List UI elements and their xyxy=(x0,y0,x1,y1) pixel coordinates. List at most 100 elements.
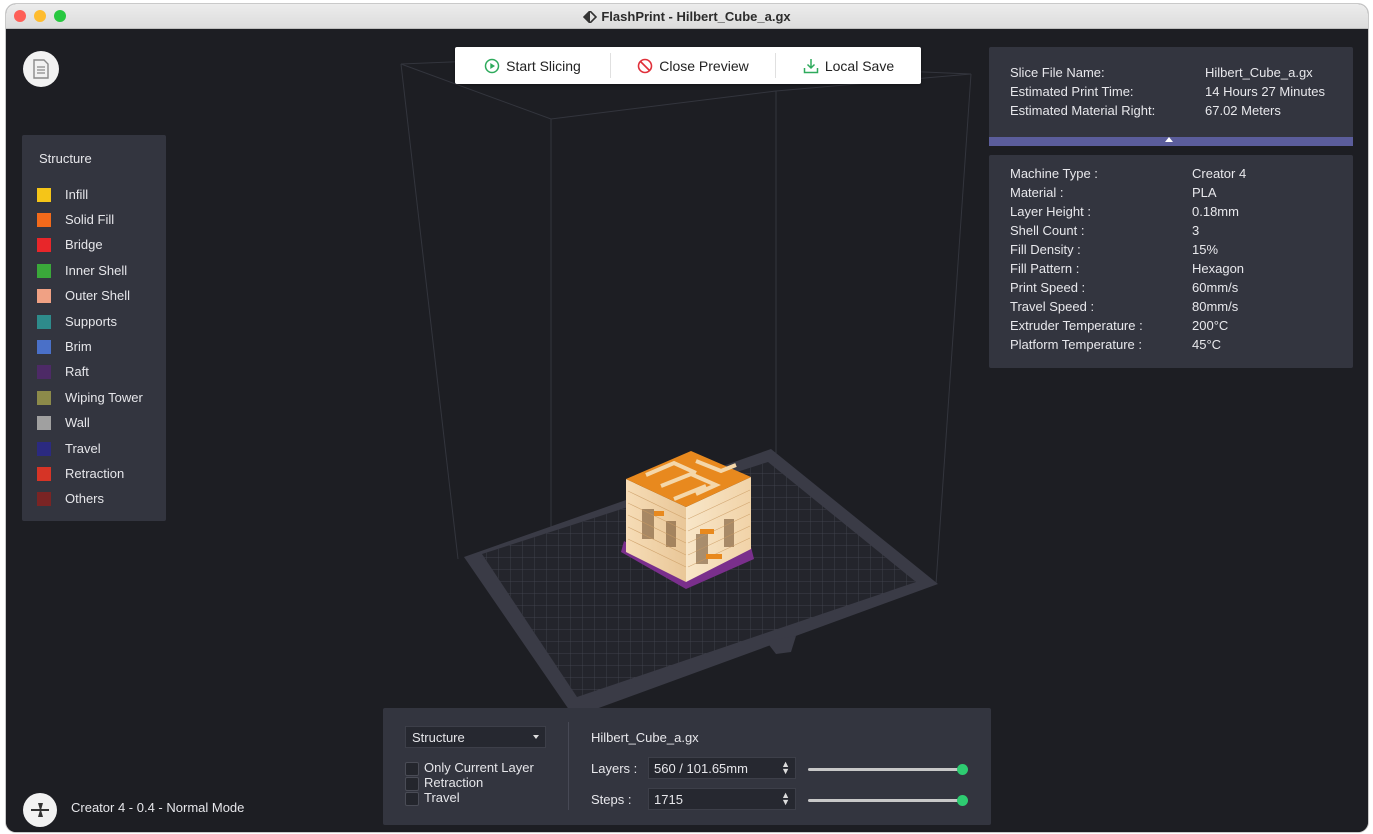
legend-item: Raft xyxy=(37,363,162,381)
legend-item: Supports xyxy=(37,313,162,331)
legend-label: Supports xyxy=(65,314,118,329)
legend-swatch xyxy=(37,289,51,303)
legend-title: Structure xyxy=(39,151,92,166)
retraction-checkbox[interactable] xyxy=(405,777,419,791)
machine-info-value: 200°C xyxy=(1192,318,1229,333)
legend-item: Infill xyxy=(37,186,162,204)
legend-swatch xyxy=(37,391,51,405)
legend-label: Others xyxy=(65,491,105,506)
machine-info-value: 0.18mm xyxy=(1192,204,1239,219)
layers-slider[interactable] xyxy=(808,764,968,775)
machine-info-value: 45°C xyxy=(1192,337,1222,352)
window-title: FlashPrint - Hilbert_Cube_a.gx xyxy=(601,9,791,24)
only-current-layer-checkbox[interactable] xyxy=(405,762,419,776)
steps-slider-handle[interactable] xyxy=(957,795,968,806)
play-circle-icon xyxy=(484,58,500,73)
legend-item: Wiping Tower xyxy=(37,389,162,407)
layers-label: Layers : xyxy=(591,761,638,776)
layers-slider-handle[interactable] xyxy=(957,764,968,775)
legend-label: Infill xyxy=(65,187,89,202)
machine-info-key: Shell Count : xyxy=(1010,223,1085,238)
machine-status-button[interactable] xyxy=(23,793,57,827)
machine-info-key: Print Speed : xyxy=(1010,280,1086,295)
legend-swatch xyxy=(37,365,51,379)
machine-info-key: Travel Speed : xyxy=(1010,299,1095,314)
legend-item: Retraction xyxy=(37,465,162,483)
structure-legend: Structure Infill Solid Fill Bridge Inner… xyxy=(22,135,166,521)
legend-label: Retraction xyxy=(65,466,125,481)
spin-arrows-icon[interactable]: ▲ ▼ xyxy=(781,791,790,807)
slice-info-panel: Slice File Name: Hilbert_Cube_a.gx Estim… xyxy=(989,47,1353,145)
legend-item: Wall xyxy=(37,414,162,432)
machine-info-key: Machine Type : xyxy=(1010,166,1098,181)
machine-info-key: Platform Temperature : xyxy=(1010,337,1142,352)
legend-label: Travel xyxy=(65,441,101,456)
slice-info-key: Estimated Print Time: xyxy=(1010,84,1134,99)
caret-up-icon[interactable] xyxy=(1165,137,1173,142)
legend-label: Bridge xyxy=(65,237,103,252)
legend-item: Solid Fill xyxy=(37,211,162,229)
machine-info-value: 15% xyxy=(1192,242,1219,257)
legend-swatch xyxy=(37,492,51,506)
start-slicing-button[interactable]: Start Slicing xyxy=(455,47,610,84)
status-text: Creator 4 - 0.4 - Normal Mode xyxy=(71,800,245,815)
legend-swatch xyxy=(37,315,51,329)
close-preview-button[interactable]: Close Preview xyxy=(611,47,775,84)
machine-info-value: 80mm/s xyxy=(1192,299,1239,314)
machine-info-value: Creator 4 xyxy=(1192,166,1247,181)
legend-item: Others xyxy=(37,490,162,508)
spin-arrows-icon[interactable]: ▲ ▼ xyxy=(781,760,790,776)
chevron-down-icon xyxy=(533,735,539,739)
view-mode-value: Structure xyxy=(412,730,465,745)
window-title-wrap: FlashPrint - Hilbert_Cube_a.gx xyxy=(6,9,1368,25)
legend-item: Brim xyxy=(37,338,162,356)
machine-info-value: 60mm/s xyxy=(1192,280,1239,295)
machine-info-panel: Machine Type : Creator 4 Material : PLA … xyxy=(989,155,1353,368)
preview-toolbar: Start Slicing Close Preview Local Save xyxy=(455,47,921,84)
legend-label: Wiping Tower xyxy=(65,390,143,405)
file-menu-button[interactable] xyxy=(23,51,59,87)
machine-info-value: Hexagon xyxy=(1192,261,1245,276)
steps-slider[interactable] xyxy=(808,795,968,806)
legend-swatch xyxy=(37,442,51,456)
local-save-label: Local Save xyxy=(824,57,895,74)
view-mode-select[interactable]: Structure xyxy=(405,726,546,748)
machine-info-key: Layer Height : xyxy=(1010,204,1091,219)
slice-info-value: 67.02 Meters xyxy=(1205,103,1281,118)
preview-file-name: Hilbert_Cube_a.gx xyxy=(591,730,699,745)
legend-swatch xyxy=(37,416,51,430)
machine-info-key: Material : xyxy=(1010,185,1064,200)
preview-viewport[interactable]: Start Slicing Close Preview Local Save S… xyxy=(6,29,1368,832)
legend-swatch xyxy=(37,188,51,202)
local-save-button[interactable]: Local Save xyxy=(776,47,921,84)
legend-swatch xyxy=(37,340,51,354)
machine-info-value: 3 xyxy=(1192,223,1200,238)
download-icon xyxy=(803,58,819,73)
legend-swatch xyxy=(37,213,51,227)
steps-value: 1715 xyxy=(654,792,683,807)
checkbox-label: Retraction xyxy=(424,775,484,790)
checkbox-label: Only Current Layer xyxy=(424,760,534,775)
machine-info-key: Fill Pattern : xyxy=(1010,261,1080,276)
legend-label: Wall xyxy=(65,415,90,430)
layers-value: 560 / 101.65mm xyxy=(654,761,748,776)
layers-spinbox[interactable]: 560 / 101.65mm ▲ ▼ xyxy=(648,757,796,779)
slice-info-key: Estimated Material Right: xyxy=(1010,103,1156,118)
app-window: FlashPrint - Hilbert_Cube_a.gx Start Sli… xyxy=(6,4,1368,832)
steps-label: Steps : xyxy=(591,792,632,807)
checkbox-label: Travel xyxy=(424,790,460,805)
travel-checkbox[interactable] xyxy=(405,792,419,806)
legend-item: Bridge xyxy=(37,236,162,254)
legend-label: Raft xyxy=(65,364,89,379)
slice-info-key: Slice File Name: xyxy=(1010,65,1105,80)
legend-label: Inner Shell xyxy=(65,263,128,278)
start-slicing-label: Start Slicing xyxy=(506,57,581,74)
legend-swatch xyxy=(37,467,51,481)
legend-item: Inner Shell xyxy=(37,262,162,280)
steps-spinbox[interactable]: 1715 ▲ ▼ xyxy=(648,788,796,810)
no-entry-icon xyxy=(637,58,653,73)
title-bar: FlashPrint - Hilbert_Cube_a.gx xyxy=(6,4,1368,29)
panel-divider xyxy=(568,722,569,810)
legend-swatch xyxy=(37,264,51,278)
legend-label: Solid Fill xyxy=(65,212,115,227)
